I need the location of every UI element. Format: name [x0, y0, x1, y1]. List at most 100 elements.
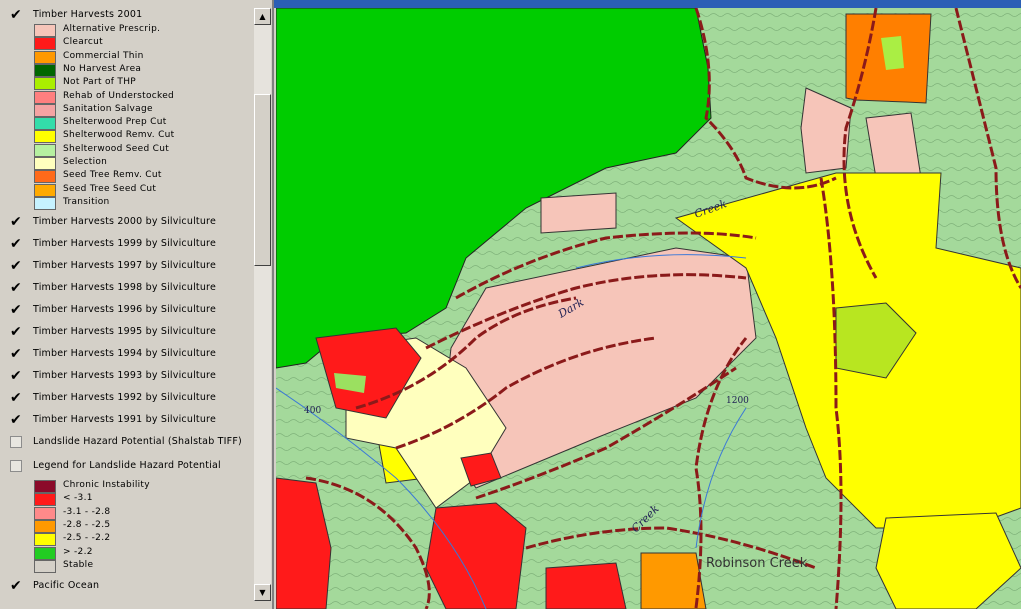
- checked-checkbox-icon[interactable]: ✔: [10, 237, 22, 251]
- legend-class-label: Clearcut: [63, 37, 103, 48]
- checked-checkbox-icon[interactable]: ✔: [10, 325, 22, 339]
- legend-swatch: [34, 157, 56, 170]
- legend-swatch: [34, 506, 56, 520]
- layer-row[interactable]: Legend for Landslide Hazard Potential: [0, 458, 254, 476]
- svg-text:1200: 1200: [726, 396, 749, 406]
- legend-swatch: [34, 493, 56, 507]
- legend-class: Selection: [34, 157, 254, 170]
- legend-class: Seed Tree Remv. Cut: [34, 170, 254, 184]
- layer-pacific-ocean[interactable]: ✔ Pacific Ocean: [0, 578, 254, 596]
- layer-row[interactable]: ✔ Timber Harvests 1998 by Silviculture: [0, 280, 254, 298]
- legend-class-label: Alternative Prescrip.: [63, 24, 161, 34]
- scroll-thumb[interactable]: [254, 94, 271, 266]
- checked-checkbox-icon[interactable]: ✔: [10, 8, 22, 22]
- legend-swatch: [34, 143, 56, 157]
- place-label: Robinson Creek: [706, 556, 808, 571]
- legend-class-label: Not Part of THP: [63, 77, 136, 88]
- legend-class-label: -2.5 - -2.2: [63, 533, 111, 544]
- legend-swatch: [34, 170, 56, 184]
- legend-class-label: Chronic Instability: [63, 480, 150, 490]
- legend-class-label: > -2.2: [63, 546, 93, 557]
- layer-row[interactable]: ✔ Timber Harvests 1997 by Silviculture: [0, 258, 254, 276]
- legend-swatch: [34, 37, 56, 51]
- legend-swatch: [34, 183, 56, 197]
- checked-checkbox-icon[interactable]: ✔: [10, 391, 22, 405]
- legend-class-label: Sanitation Salvage: [63, 103, 153, 114]
- legend-class: No Harvest Area: [34, 63, 254, 77]
- legend-class-label: Shelterwood Remv. Cut: [63, 130, 175, 141]
- layer-timber-harvests-2001[interactable]: ✔ Timber Harvests 2001: [0, 7, 254, 25]
- legend-swatch: [34, 50, 56, 64]
- legend-swatch: [34, 519, 56, 533]
- layer-row[interactable]: ✔ Timber Harvests 1995 by Silviculture: [0, 324, 254, 342]
- legend-class: Clearcut: [34, 37, 254, 51]
- legend-class-label: -2.8 - -2.5: [63, 519, 111, 530]
- toc-scrollbar[interactable]: ▲ ▼: [254, 8, 271, 601]
- layer-row[interactable]: ✔ Timber Harvests 1999 by Silviculture: [0, 236, 254, 254]
- legend-class-label: Seed Tree Seed Cut: [63, 183, 157, 194]
- layer-row[interactable]: ✔ Timber Harvests 2000 by Silviculture: [0, 214, 254, 232]
- layer-row[interactable]: ✔ Timber Harvests 1991 by Silviculture: [0, 412, 254, 430]
- legend-class: Shelterwood Remv. Cut: [34, 130, 254, 144]
- svg-text:400: 400: [304, 406, 321, 416]
- layer-label: Timber Harvests 1995 by Silviculture: [33, 326, 216, 337]
- legend-class: < -3.1: [34, 493, 254, 507]
- checked-checkbox-icon[interactable]: ✔: [10, 303, 22, 317]
- legend-swatch: [34, 117, 56, 131]
- legend-class: Shelterwood Seed Cut: [34, 143, 254, 157]
- pink-unit-3[interactable]: [540, 192, 617, 234]
- legend-class: -2.5 - -2.2: [34, 533, 254, 547]
- legend-class: Stable: [34, 559, 254, 573]
- layer-label: Legend for Landslide Hazard Potential: [33, 460, 221, 471]
- clearcut-unit-5[interactable]: [545, 562, 627, 609]
- checked-checkbox-icon[interactable]: ✔: [10, 579, 22, 593]
- scroll-up-button[interactable]: ▲: [254, 8, 271, 25]
- legend-class-label: -3.1 - -2.8: [63, 506, 111, 517]
- legend-class: Not Part of THP: [34, 77, 254, 91]
- layer-label: Timber Harvests 2001: [33, 9, 143, 20]
- table-of-contents-panel: ✔ Timber Harvests 2001 Alternative Prescri…: [0, 0, 274, 609]
- layer-row[interactable]: ✔ Timber Harvests 1996 by Silviculture: [0, 302, 254, 320]
- unchecked-checkbox-icon[interactable]: [10, 436, 22, 448]
- pink-unit-2[interactable]: [865, 112, 922, 179]
- map-view[interactable]: Creek Creek Dark 1200 400 Robinson Creek: [276, 8, 1021, 609]
- legend-swatch: [34, 63, 56, 77]
- legend-class-label: Selection: [63, 157, 108, 167]
- legend-class: Commercial Thin: [34, 50, 254, 64]
- layer-label: Landslide Hazard Potential (Shalstab TIF…: [33, 436, 242, 447]
- legend-class: -3.1 - -2.8: [34, 506, 254, 520]
- legend-swatch: [34, 90, 56, 104]
- legend-class: Alternative Prescrip.: [34, 24, 254, 37]
- checked-checkbox-icon[interactable]: ✔: [10, 347, 22, 361]
- legend-class-label: Shelterwood Seed Cut: [63, 143, 170, 154]
- clearcut-unit-3[interactable]: [425, 502, 527, 609]
- checked-checkbox-icon[interactable]: ✔: [10, 413, 22, 427]
- layer-row[interactable]: Landslide Hazard Potential (Shalstab TIF…: [0, 434, 254, 452]
- checked-checkbox-icon[interactable]: ✔: [10, 259, 22, 273]
- layer-row[interactable]: ✔ Timber Harvests 1993 by Silviculture: [0, 368, 254, 386]
- legend-class-label: < -3.1: [63, 493, 93, 504]
- checked-checkbox-icon[interactable]: ✔: [10, 281, 22, 295]
- legend-class-label: Commercial Thin: [63, 50, 144, 61]
- unchecked-checkbox-icon[interactable]: [10, 460, 22, 472]
- layer-label: Timber Harvests 1998 by Silviculture: [33, 282, 216, 293]
- legend-swatch: [34, 130, 56, 144]
- layer-list: ✔ Timber Harvests 2001 Alternative Prescri…: [0, 0, 254, 609]
- legend-swatch: [34, 559, 56, 573]
- legend-class: Transition: [34, 196, 254, 210]
- legend-class: Shelterwood Prep Cut: [34, 117, 254, 131]
- legend-swatch: [34, 24, 56, 37]
- scroll-down-button[interactable]: ▼: [254, 584, 271, 601]
- legend-swatch: [34, 196, 56, 210]
- layer-row[interactable]: ✔ Timber Harvests 1994 by Silviculture: [0, 346, 254, 364]
- layer-label: Timber Harvests 1994 by Silviculture: [33, 348, 216, 359]
- layer-label: Timber Harvests 1999 by Silviculture: [33, 238, 216, 249]
- layer-label: Timber Harvests 1991 by Silviculture: [33, 414, 216, 425]
- checked-checkbox-icon[interactable]: ✔: [10, 215, 22, 229]
- layer-label: Timber Harvests 1997 by Silviculture: [33, 260, 216, 271]
- legend-swatch: [34, 77, 56, 91]
- legend-class-label: Stable: [63, 559, 94, 570]
- legend-class-label: Transition: [63, 196, 110, 207]
- checked-checkbox-icon[interactable]: ✔: [10, 369, 22, 383]
- layer-row[interactable]: ✔ Timber Harvests 1992 by Silviculture: [0, 390, 254, 408]
